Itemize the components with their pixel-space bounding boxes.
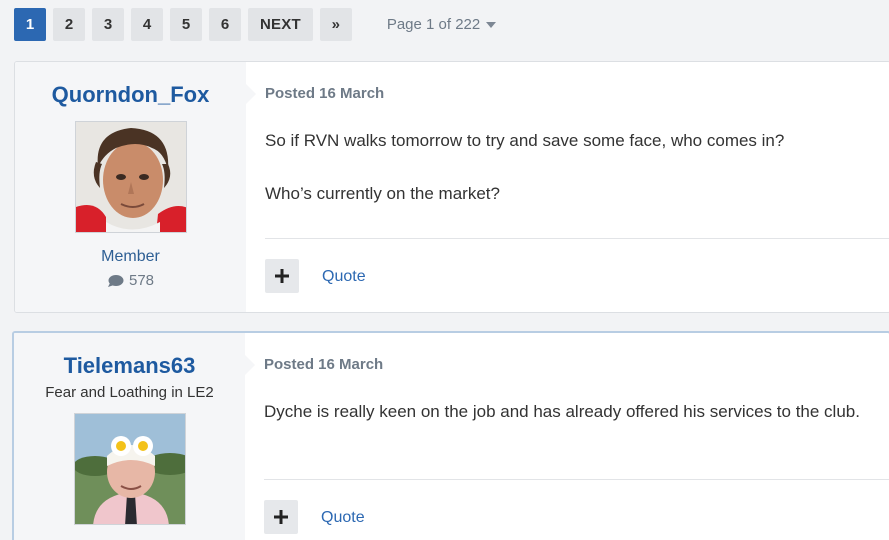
post: Quorndon_Fox Member 578 Posted 16 March …	[14, 61, 889, 313]
plus-icon	[274, 509, 288, 524]
avatar-image	[74, 414, 185, 524]
quote-link[interactable]: Quote	[322, 268, 366, 286]
post-count: 578	[107, 272, 154, 289]
member-group: Member	[101, 248, 160, 265]
author-panel: Quorndon_Fox Member 578	[15, 62, 256, 312]
quote-link[interactable]: Quote	[321, 509, 365, 527]
author-title: Fear and Loathing in LE2	[45, 384, 214, 401]
avatar[interactable]	[73, 413, 186, 525]
avatar-image	[75, 122, 186, 232]
add-reaction-button[interactable]	[265, 258, 299, 293]
page-5-button[interactable]: 5	[170, 8, 202, 41]
next-page-button[interactable]: NEXT	[248, 8, 313, 41]
post-content: Posted 16 March So if RVN walks tomorrow…	[246, 62, 889, 312]
plus-icon	[275, 268, 289, 283]
caret-down-icon	[486, 22, 497, 28]
avatar[interactable]	[74, 121, 187, 233]
page-4-button[interactable]: 4	[131, 8, 163, 41]
author-username[interactable]: Tielemans63	[64, 353, 196, 379]
post-actions: Quote	[264, 479, 889, 540]
post: Tielemans63 Fear and Loathing in LE2 Pos…	[12, 331, 889, 540]
page-info: Page 1 of 222	[386, 16, 481, 33]
author-panel: Tielemans63 Fear and Loathing in LE2	[14, 333, 255, 540]
last-page-button[interactable]: »	[319, 8, 352, 41]
pagination: 1 2 3 4 5 6 NEXT » Page 1 of 222	[14, 8, 497, 41]
add-reaction-button[interactable]	[264, 499, 298, 534]
post-actions: Quote	[265, 238, 889, 312]
post-count-value: 578	[128, 272, 155, 289]
post-paragraph: So if RVN walks tomorrow to try and save…	[265, 131, 785, 150]
page-jump-dropdown[interactable]: Page 1 of 222	[386, 16, 497, 33]
page-2-button[interactable]: 2	[53, 8, 85, 41]
post-date[interactable]: Posted 16 March	[264, 356, 889, 373]
page-1-button[interactable]: 1	[14, 8, 46, 41]
page-3-button[interactable]: 3	[92, 8, 124, 41]
post-body: So if RVN walks tomorrow to try and save…	[265, 132, 889, 202]
post-paragraph: Dyche is really keen on the job and has …	[264, 402, 860, 421]
post-body: Dyche is really keen on the job and has …	[264, 403, 889, 420]
page-6-button[interactable]: 6	[209, 8, 241, 41]
post-paragraph: Who’s currently on the market?	[265, 184, 500, 203]
post-content: Posted 16 March Dyche is really keen on …	[245, 333, 889, 540]
post-date[interactable]: Posted 16 March	[265, 85, 889, 102]
author-username[interactable]: Quorndon_Fox	[52, 82, 210, 108]
double-chevron-right-icon: »	[331, 16, 340, 33]
speech-bubble-icon	[107, 274, 124, 287]
